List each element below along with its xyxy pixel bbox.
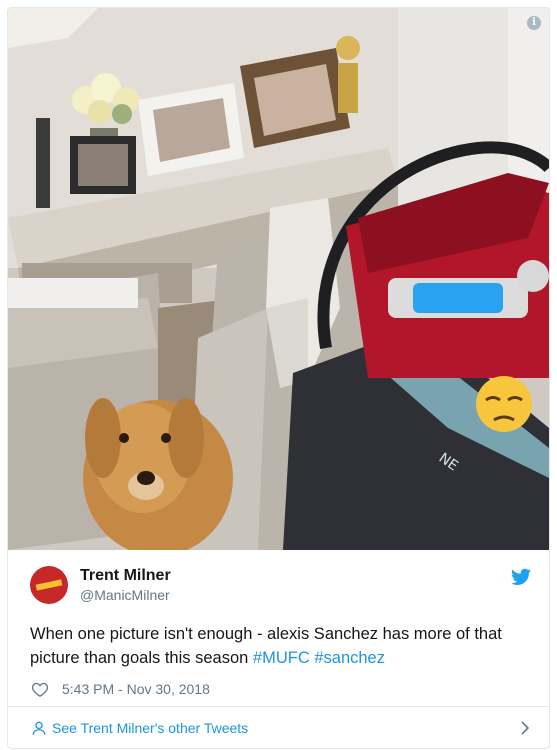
embedded-tweet-card: NE i Trent Milner @ManicMilner When one … [7,7,550,749]
author-names: Trent Milner @ManicMilner [80,566,171,604]
tweet-text: When one picture isn't enough - alexis S… [30,622,530,670]
person-icon [32,721,46,735]
see-other-tweets-link[interactable]: See Trent Milner's other Tweets [32,716,532,740]
see-other-tweets-label[interactable]: See Trent Milner's other Tweets [52,720,248,736]
twitter-bird-icon[interactable] [511,568,531,586]
tweet-author[interactable]: Trent Milner @ManicMilner [30,566,171,604]
tweet-photo[interactable]: NE i [8,8,549,550]
hashtag-sanchez[interactable]: #sanchez [314,649,385,667]
author-handle[interactable]: @ManicMilner [80,586,171,604]
heart-icon[interactable] [32,682,48,697]
tweet-meta: 5:43 PM - Nov 30, 2018 [32,681,210,697]
photo-illustration: NE [8,8,549,550]
avatar[interactable] [30,566,68,604]
author-display-name[interactable]: Trent Milner [80,566,171,586]
avatar-stripe [35,579,63,591]
pensive-face-emoji [476,376,532,432]
footer-divider [8,706,549,707]
info-icon[interactable]: i [527,16,541,30]
tweet-timestamp[interactable]: 5:43 PM - Nov 30, 2018 [62,681,210,697]
hashtag-mufc[interactable]: #MUFC [253,649,310,667]
chevron-right-icon[interactable] [521,721,530,735]
